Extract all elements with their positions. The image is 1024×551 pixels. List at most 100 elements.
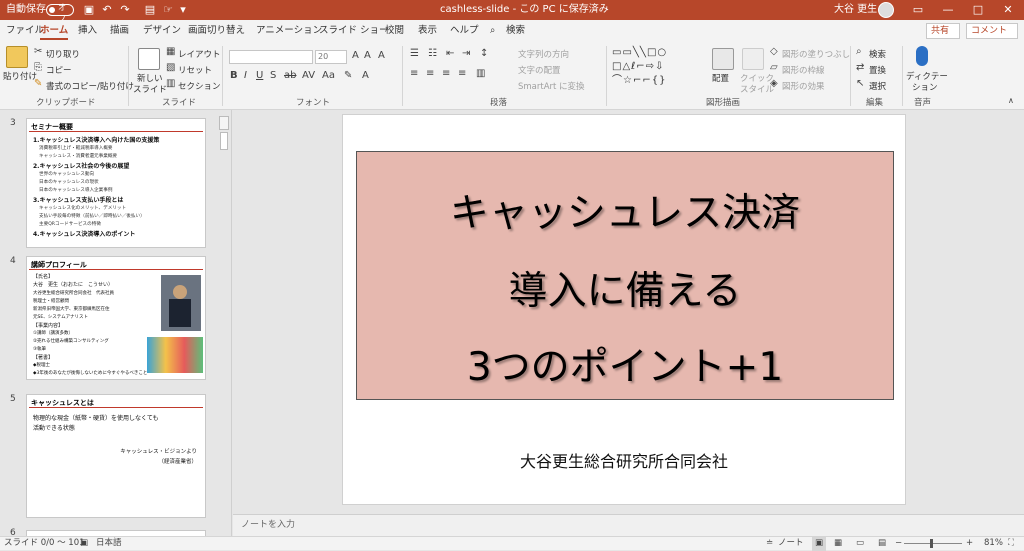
title-textbox[interactable]: キャッシュレス決済 導入に備える 3つのポイント+1: [356, 151, 894, 400]
notes-pane[interactable]: ノートを入力: [233, 514, 1024, 536]
collapse-ribbon-icon[interactable]: ∧: [1008, 96, 1014, 105]
paste-icon[interactable]: [6, 46, 28, 68]
tab-draw[interactable]: 描画: [110, 20, 129, 42]
tab-design[interactable]: デザイン: [143, 20, 181, 42]
replace-button[interactable]: 置換: [869, 64, 886, 76]
spellcheck-icon[interactable]: ▣: [80, 537, 88, 551]
microphone-icon[interactable]: [916, 46, 928, 66]
shape-effects-button[interactable]: 図形の効果: [782, 80, 825, 92]
tab-view[interactable]: 表示: [418, 20, 437, 42]
tab-home[interactable]: ホーム: [40, 20, 69, 42]
avatar[interactable]: [878, 2, 894, 18]
smartart-button[interactable]: SmartArt に変換: [518, 80, 585, 92]
arrange-icon[interactable]: [712, 48, 734, 70]
minimize-icon[interactable]: —: [936, 0, 960, 20]
new-slide-icon[interactable]: [138, 48, 160, 70]
font-name-combo[interactable]: [229, 50, 313, 64]
tab-transitions[interactable]: 画面切り替え: [188, 20, 245, 42]
bullets-icon[interactable]: ☰: [410, 48, 419, 59]
tab-slideshow[interactable]: スライド ショー: [319, 20, 389, 42]
section-button[interactable]: セクション: [178, 80, 221, 92]
zoom-level[interactable]: 81%: [984, 537, 1003, 551]
undo-icon[interactable]: ↶: [100, 3, 114, 17]
current-slide[interactable]: キャッシュレス決済 導入に備える 3つのポイント+1 大谷更生総合研究所合同会社: [342, 114, 906, 505]
format-painter-button[interactable]: 書式のコピー/貼り付け: [46, 80, 134, 92]
align-center-icon[interactable]: ≡: [426, 68, 434, 79]
italic-icon[interactable]: I: [244, 70, 247, 81]
search-icon[interactable]: ⌕: [490, 20, 495, 42]
bold-icon[interactable]: B: [230, 70, 238, 81]
normal-view-icon[interactable]: ▣: [812, 537, 827, 551]
align-right-icon[interactable]: ≡: [442, 68, 450, 79]
slideshow-view-icon[interactable]: ▤: [878, 537, 886, 551]
font-size-combo[interactable]: 20: [315, 50, 347, 64]
shape-outline-button[interactable]: 図形の枠線: [782, 64, 825, 76]
tab-help[interactable]: ヘルプ: [450, 20, 479, 42]
company-name[interactable]: 大谷更生総合研究所合同会社: [343, 448, 905, 472]
justify-icon[interactable]: ≡: [458, 68, 466, 79]
clear-format-icon[interactable]: A: [378, 50, 385, 61]
tab-search[interactable]: 検索: [506, 20, 525, 42]
autosave-toggle[interactable]: オフ: [46, 3, 74, 23]
zoom-out-icon[interactable]: −: [895, 537, 902, 551]
quick-styles-icon[interactable]: [742, 48, 764, 70]
notes-toggle[interactable]: ノート: [778, 537, 804, 551]
slide-sorter-icon[interactable]: ▦: [834, 537, 842, 551]
grow-font-icon[interactable]: A: [352, 50, 359, 61]
redo-icon[interactable]: ↷: [118, 3, 132, 17]
fit-to-window-icon[interactable]: ⛶: [1008, 537, 1014, 551]
decrease-indent-icon[interactable]: ⇤: [446, 48, 454, 59]
close-icon[interactable]: ✕: [996, 0, 1020, 20]
scrollbar-thumb[interactable]: [220, 132, 228, 150]
start-slideshow-icon[interactable]: ▤: [143, 3, 157, 17]
shrink-font-icon[interactable]: A: [364, 50, 371, 61]
customize-toolbar-icon[interactable]: ▾: [176, 3, 190, 17]
dictate-label-2[interactable]: ション: [912, 81, 938, 93]
user-name[interactable]: 大谷 更生: [834, 0, 877, 20]
char-spacing-icon[interactable]: AV: [302, 70, 315, 81]
select-button[interactable]: 選択: [869, 80, 886, 92]
quick-styles-label-2[interactable]: スタイル: [740, 83, 774, 95]
copy-button[interactable]: コピー: [46, 64, 72, 76]
zoom-slider[interactable]: [904, 543, 962, 544]
cut-button[interactable]: 切り取り: [46, 48, 80, 60]
columns-icon[interactable]: ▥: [476, 68, 485, 79]
shadow-icon[interactable]: S: [270, 70, 276, 81]
paste-button[interactable]: 貼り付け: [3, 70, 37, 82]
align-left-icon[interactable]: ≡: [410, 68, 418, 79]
align-text-button[interactable]: 文字の配置: [518, 64, 561, 76]
tab-insert[interactable]: 挿入: [78, 20, 97, 42]
slide-thumbnail-5[interactable]: キャッシュレスとは 物理的な現金（紙幣・硬貨）を使用しなくても 活動できる状態 …: [26, 394, 206, 518]
reset-button[interactable]: リセット: [178, 64, 212, 76]
scroll-up-button[interactable]: [219, 116, 229, 130]
highlight-icon[interactable]: ✎: [344, 70, 352, 81]
shapes-gallery[interactable]: ▭▭╲╲□○ □△ℓ⌐⇨⇩ ⌒☆⌐⌐{}: [612, 46, 704, 92]
layout-button[interactable]: レイアウト: [178, 48, 221, 60]
numbering-icon[interactable]: ☷: [428, 48, 437, 59]
language-indicator[interactable]: 日本語: [96, 537, 122, 551]
arrange-button[interactable]: 配置: [712, 72, 729, 84]
touch-mode-icon[interactable]: ☞: [161, 3, 175, 17]
tab-file[interactable]: ファイル: [6, 20, 44, 42]
save-icon[interactable]: ▣: [82, 3, 96, 17]
comment-button[interactable]: コメント: [966, 23, 1018, 39]
vertical-scrollbar[interactable]: [1016, 110, 1024, 514]
line-spacing-icon[interactable]: ↕: [480, 48, 488, 59]
reading-view-icon[interactable]: ▭: [856, 537, 864, 551]
tab-animations[interactable]: アニメーション: [256, 20, 322, 42]
underline-icon[interactable]: U: [256, 70, 263, 81]
slide-thumbnail-3[interactable]: セミナー概要 1.キャッシュレス決済導入へ向けた国の支援策 消費税率引上げ・軽減…: [26, 118, 206, 248]
font-color-icon[interactable]: A: [362, 70, 369, 81]
tab-review[interactable]: 校閲: [385, 20, 404, 42]
change-case-icon[interactable]: Aa: [322, 70, 335, 81]
zoom-slider-handle[interactable]: [930, 539, 933, 548]
increase-indent-icon[interactable]: ⇥: [462, 48, 470, 59]
text-direction-button[interactable]: 文字列の方向: [518, 48, 569, 60]
find-button[interactable]: 検索: [869, 48, 886, 60]
maximize-icon[interactable]: □: [966, 0, 990, 20]
ribbon-display-icon[interactable]: ▭: [906, 0, 930, 20]
slide-thumbnail-4[interactable]: 講師プロフィール 【氏名】 大谷 更生（おおたに こうせい） 大谷更生総合研究所…: [26, 256, 206, 380]
new-slide-label-2[interactable]: スライド: [133, 83, 167, 95]
share-button[interactable]: 共有: [926, 23, 960, 39]
shape-fill-button[interactable]: 図形の塗りつぶし: [782, 48, 850, 60]
